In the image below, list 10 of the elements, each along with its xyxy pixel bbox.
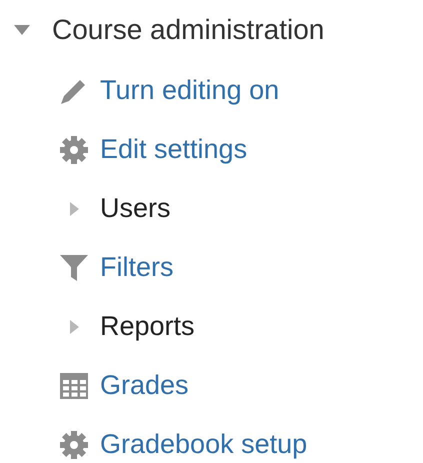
menu-link[interactable]: Edit settings [100, 134, 248, 165]
section-title[interactable]: Course administration [52, 14, 324, 46]
gear-icon [58, 428, 90, 460]
menu-link[interactable]: Gradebook setup [100, 429, 308, 460]
menu-link[interactable]: Turn editing on [100, 75, 280, 106]
tree-node[interactable]: Users [100, 193, 171, 224]
gear-icon [58, 134, 90, 166]
menu-link[interactable]: Grades [100, 370, 189, 401]
menu-link[interactable]: Filters [100, 252, 174, 283]
tree-node[interactable]: Reports [100, 311, 195, 342]
